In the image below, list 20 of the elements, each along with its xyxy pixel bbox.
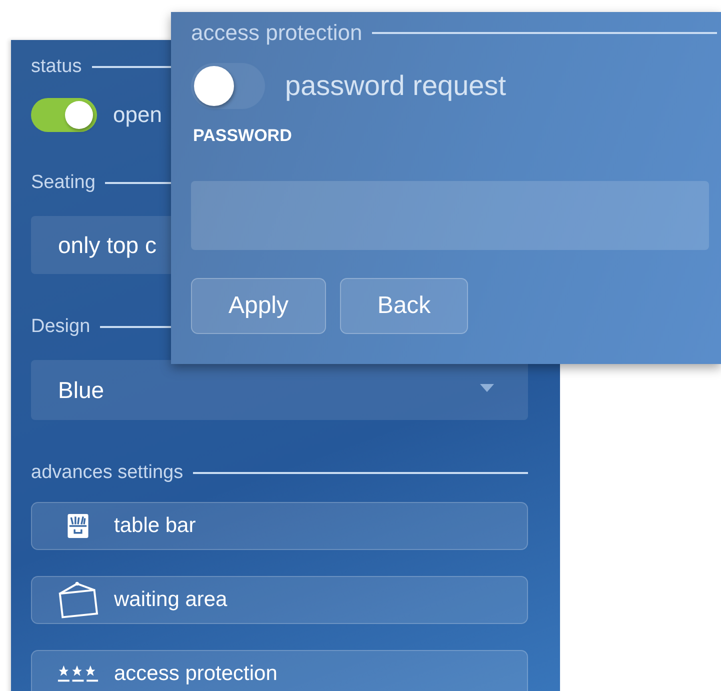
switch-label: password request [285,70,506,102]
dialog-button[interactable]: Apply [191,278,326,334]
field-label: PASSWORD [192,126,293,146]
settings-button[interactable]: table bar [31,502,528,550]
password-icon [57,664,99,684]
design-dropdown[interactable]: Blue [31,360,528,420]
section-title: Seating [31,172,96,194]
dialog-title: access protection [191,20,362,46]
settings-button[interactable]: waiting area [31,576,528,624]
caret-icon [480,384,494,392]
section-title: Design [31,316,90,338]
section-title: status [31,56,82,78]
frame-icon [57,581,99,619]
settings-button[interactable]: access protection [31,650,528,691]
toggle-switch[interactable] [31,98,97,132]
switch-label: open [113,102,162,128]
toggle-switch[interactable] [191,63,265,109]
toolbox-icon [66,513,90,539]
dialog-button[interactable]: Back [340,278,468,334]
section-title: advances settings [31,462,184,484]
